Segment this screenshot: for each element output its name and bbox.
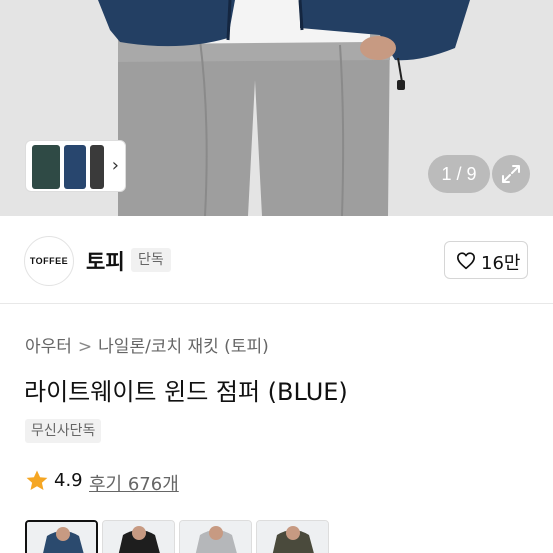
brand-logo[interactable]: TOFFEE — [24, 236, 74, 286]
like-count: 16만 — [481, 253, 521, 274]
breadcrumb-item-outer[interactable]: 아우터 — [25, 332, 72, 357]
breadcrumb: 아우터 > 나일론/코치 재킷 (토피) — [25, 332, 269, 357]
heart-icon — [457, 252, 475, 270]
product-title: 라이트웨이트 윈드 점퍼 (BLUE) — [24, 378, 348, 406]
thumbnail-2[interactable] — [64, 145, 86, 189]
reviews-link[interactable]: 후기 676개 — [89, 470, 179, 496]
expand-icon — [502, 165, 520, 183]
brand-exclusive-badge: 단독 — [131, 248, 171, 272]
like-button[interactable]: 16만 — [444, 241, 528, 279]
thumbnail-strip[interactable]: › — [25, 140, 126, 192]
product-image[interactable]: › 1 / 9 — [0, 0, 553, 216]
expand-button[interactable] — [492, 155, 530, 193]
brand-row: TOFFEE 토피 단독 16만 — [0, 216, 553, 304]
swatch-black[interactable] — [102, 520, 175, 553]
breadcrumb-item-category[interactable]: 나일론/코치 재킷 (토피) — [98, 332, 269, 357]
chevron-right-icon: > — [77, 337, 93, 357]
thumbnail-1[interactable] — [32, 145, 60, 189]
chevron-right-icon[interactable]: › — [112, 155, 119, 176]
thumbnail-3[interactable] — [90, 145, 104, 189]
exclusive-badge: 무신사단독 — [25, 419, 102, 443]
rating-score: 4.9 — [54, 470, 83, 491]
brand-name[interactable]: 토피 — [86, 246, 125, 276]
swatch-khaki[interactable] — [256, 520, 329, 553]
swatch-gray[interactable] — [179, 520, 252, 553]
star-icon — [26, 470, 48, 490]
image-counter: 1 / 9 — [428, 155, 490, 193]
swatch-blue[interactable] — [25, 520, 98, 553]
